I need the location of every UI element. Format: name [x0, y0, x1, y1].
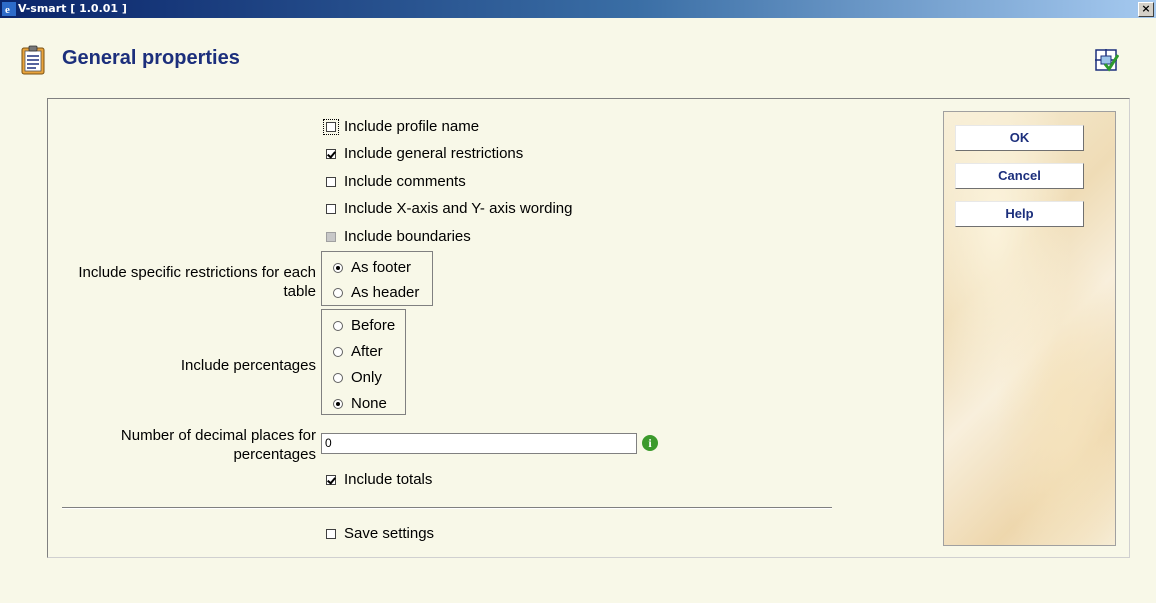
checkbox[interactable] [323, 118, 339, 135]
radio-label: After [351, 343, 383, 360]
window-title: V-smart [ 1.0.01 ] [18, 2, 127, 15]
radio-label: As footer [351, 259, 412, 276]
checkbox[interactable] [326, 528, 336, 539]
option-label: Include X-axis and Y- axis wording [344, 200, 573, 217]
radio-label: None [351, 395, 387, 412]
checkbox[interactable] [326, 176, 336, 187]
radio-after[interactable]: After [333, 343, 383, 360]
checkbox[interactable] [326, 474, 336, 485]
save-settings-icon[interactable] [1093, 47, 1119, 73]
radio-button[interactable] [333, 262, 343, 273]
option-label: Include boundaries [344, 228, 471, 245]
radio-label: Only [351, 369, 382, 386]
radio-label: Before [351, 317, 396, 334]
option-label: Include comments [344, 173, 466, 190]
specific-restrictions-group: As footer As header [321, 251, 433, 306]
checkbox[interactable] [326, 148, 336, 159]
checkbox [326, 231, 336, 242]
option-label: Include general restrictions [344, 145, 524, 162]
option-include-boundaries: Include boundaries [326, 228, 471, 245]
ok-button[interactable]: OK [955, 125, 1084, 151]
option-label: Save settings [344, 525, 435, 542]
radio-before[interactable]: Before [333, 317, 395, 334]
svg-text:e: e [5, 4, 10, 16]
radio-none[interactable]: None [333, 395, 387, 412]
close-button[interactable]: × [1138, 2, 1154, 17]
option-include-totals[interactable]: Include totals [326, 471, 432, 488]
option-include-general-restrictions[interactable]: Include general restrictions [326, 145, 523, 162]
radio-only[interactable]: Only [333, 369, 382, 386]
window-titlebar: e V-smart [ 1.0.01 ] × [0, 0, 1156, 18]
page-title: General properties [62, 47, 240, 69]
radio-label: As header [351, 284, 420, 301]
radio-as-header[interactable]: As header [333, 284, 419, 301]
radio-button[interactable] [333, 398, 343, 409]
checkbox[interactable] [326, 203, 336, 214]
option-include-profile-name[interactable]: Include profile name [323, 118, 480, 135]
decimal-places-input[interactable]: 0 [321, 433, 637, 454]
ie-icon: e [2, 2, 16, 16]
cancel-button[interactable]: Cancel [955, 163, 1084, 189]
radio-button[interactable] [333, 320, 343, 331]
option-label: Include profile name [344, 118, 480, 135]
radio-button[interactable] [333, 372, 343, 383]
clipboard-icon [21, 45, 45, 75]
info-icon[interactable]: i [642, 435, 658, 451]
decimal-places-label: Number of decimal places for percentages [120, 427, 316, 463]
option-save-settings[interactable]: Save settings [326, 525, 434, 542]
option-label: Include totals [344, 471, 433, 488]
divider [62, 507, 832, 509]
help-button[interactable]: Help [955, 201, 1084, 227]
percentages-group: Before After Only None [321, 309, 406, 415]
radio-button[interactable] [333, 287, 343, 298]
specific-restrictions-label: Include specific restrictions for each t… [78, 264, 316, 300]
radio-as-footer[interactable]: As footer [333, 259, 411, 276]
option-include-comments[interactable]: Include comments [326, 173, 466, 190]
radio-button[interactable] [333, 346, 343, 357]
percentages-label: Include percentages [180, 357, 316, 374]
option-include-axis-wording[interactable]: Include X-axis and Y- axis wording [326, 200, 572, 217]
